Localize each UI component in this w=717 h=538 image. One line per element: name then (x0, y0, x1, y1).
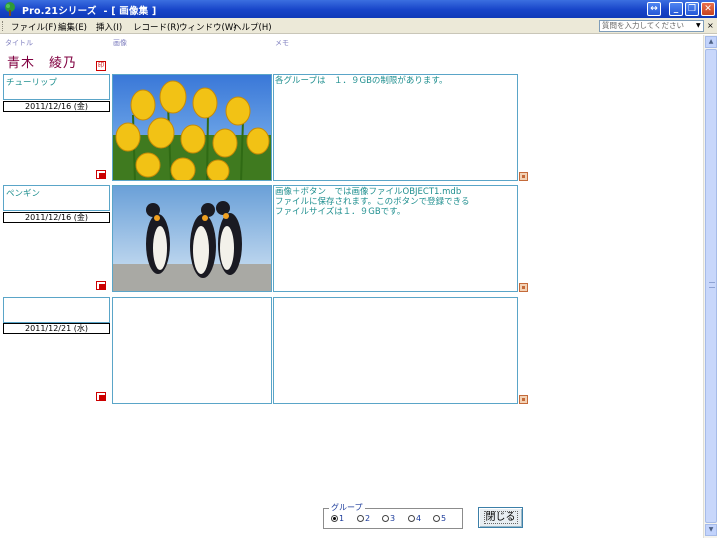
record-zoom-icon[interactable] (519, 395, 528, 404)
group-option-label: 4 (416, 514, 422, 523)
restore-button[interactable]: ❐ (685, 2, 699, 16)
header-memo: メモ (275, 39, 289, 47)
group-option-3[interactable]: 3 (382, 514, 395, 523)
close-window-button[interactable]: ✕ (701, 2, 715, 16)
window-title: Pro.21シリーズ - [ 画像集 ] (22, 6, 157, 17)
group-option-4[interactable]: 4 (408, 514, 421, 523)
group-label: グループ (329, 502, 365, 513)
close-button[interactable]: 閉じる (478, 507, 523, 528)
radio-icon[interactable] (331, 515, 338, 522)
record-title-field[interactable] (3, 297, 110, 323)
record-window-icon[interactable] (96, 170, 106, 179)
group-option-2[interactable]: 2 (357, 514, 370, 523)
grip-icon (709, 282, 715, 288)
menu-bar: ファイル(F) 編集(E) 挿入(I) レコード(R) ウィンドウ(W) ヘルプ… (0, 18, 717, 34)
group-option-label: 3 (390, 514, 396, 523)
menu-grip[interactable] (2, 21, 5, 31)
owner-name: 青木 綾乃 (7, 56, 78, 71)
record-zoom-icon[interactable] (519, 172, 528, 181)
record-date: 2011/12/21 (水) (3, 323, 110, 334)
scroll-up-icon[interactable]: ▲ (705, 36, 717, 48)
resize-icon[interactable]: ↔ (647, 2, 661, 16)
menu-window[interactable]: ウィンドウ(W) (179, 21, 237, 33)
record-memo-field[interactable] (273, 297, 518, 404)
radio-icon[interactable] (433, 515, 440, 522)
menu-file[interactable]: ファイル(F) (11, 21, 57, 33)
close-document-icon[interactable]: × (707, 21, 714, 30)
record-date: 2011/12/16 (金) (3, 101, 110, 112)
print-icon[interactable]: 印 (96, 61, 106, 71)
header-title: タイトル (5, 39, 33, 47)
scroll-thumb[interactable] (705, 49, 717, 523)
ask-question-input[interactable]: 質問を入力してください (599, 20, 704, 32)
minimize-button[interactable]: _ (669, 2, 683, 16)
scroll-down-icon[interactable]: ▼ (705, 524, 717, 536)
record-image[interactable] (112, 185, 272, 292)
record-memo-field[interactable]: 各グループは １．９GBの制限があります。 (273, 74, 518, 181)
close-button-label: 閉じる (483, 511, 518, 524)
group-option-label: 1 (339, 514, 345, 523)
radio-icon[interactable] (357, 515, 364, 522)
title-bar: Pro.21シリーズ - [ 画像集 ] ↔ _ ❐ ✕ (0, 0, 717, 18)
record-window-icon[interactable] (96, 281, 106, 290)
menu-record[interactable]: レコード(R) (133, 21, 180, 33)
record-title-field[interactable]: ペンギン (3, 185, 110, 211)
record-date: 2011/12/16 (金) (3, 212, 110, 223)
vertical-scrollbar[interactable]: ▲ ▼ (703, 35, 717, 538)
record-memo-field[interactable]: 画像＋ボタン では画像ファイルOBJECT1.mdb ファイルに保存されます。こ… (273, 185, 518, 292)
record-image[interactable] (112, 74, 272, 181)
group-option-5[interactable]: 5 (433, 514, 446, 523)
penguin-photo (113, 186, 271, 291)
record-window-icon[interactable] (96, 392, 106, 401)
record-title-field[interactable]: チューリップ (3, 74, 110, 100)
record-zoom-icon[interactable] (519, 283, 528, 292)
radio-icon[interactable] (382, 515, 389, 522)
menu-insert[interactable]: 挿入(I) (96, 21, 122, 33)
group-option-1[interactable]: 1 (331, 514, 344, 523)
group-option-label: 5 (441, 514, 447, 523)
menu-edit[interactable]: 編集(E) (58, 21, 87, 33)
radio-icon[interactable] (408, 515, 415, 522)
header-image: 画像 (113, 39, 127, 47)
group-option-label: 2 (365, 514, 371, 523)
tulip-photo (113, 75, 271, 180)
record-image[interactable] (112, 297, 272, 404)
tree-app-icon (5, 2, 15, 16)
chevron-down-icon[interactable]: ▼ (696, 22, 701, 29)
menu-help[interactable]: ヘルプ(H) (233, 21, 272, 33)
